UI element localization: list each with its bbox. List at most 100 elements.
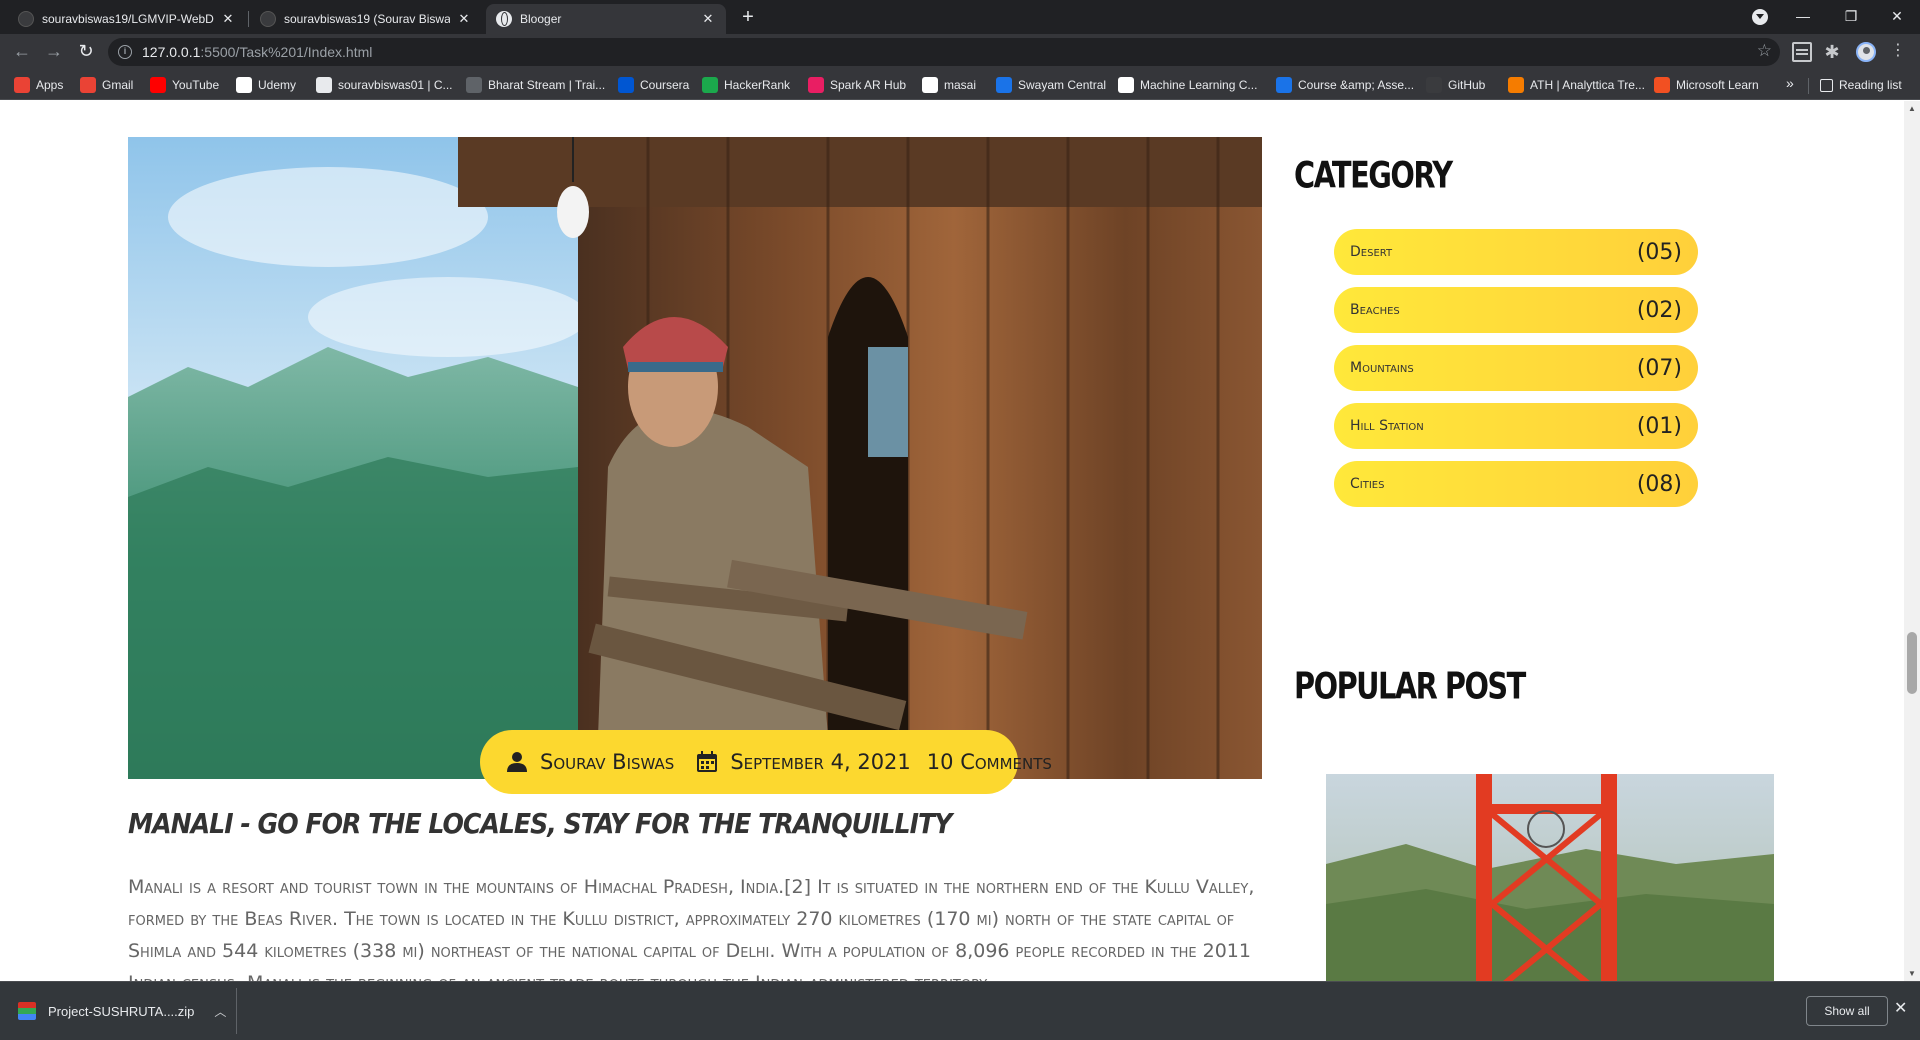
tab-title: souravbiswas19 (Sourav Biswas) bbox=[284, 12, 450, 26]
close-icon[interactable]: ✕ bbox=[220, 11, 236, 27]
bookmark-label: Udemy bbox=[258, 78, 297, 92]
category-count: (08) bbox=[1636, 471, 1682, 497]
reading-list-button[interactable]: Reading list bbox=[1820, 76, 1902, 94]
swayam-icon bbox=[996, 77, 1012, 93]
bookmark-item[interactable]: ATH | Analyttica Tre... bbox=[1508, 76, 1645, 94]
bookmark-item[interactable]: GitHub bbox=[1426, 76, 1485, 94]
kebab-menu-icon[interactable]: ⋮ bbox=[1888, 42, 1908, 62]
profile-avatar[interactable] bbox=[1856, 42, 1876, 62]
close-icon[interactable]: ✕ bbox=[456, 11, 472, 27]
bookmark-item[interactable]: HackerRank bbox=[702, 76, 790, 94]
back-arrow-icon[interactable]: ← bbox=[8, 38, 36, 66]
download-filename: Project-SUSHRUTA....zip bbox=[48, 1003, 195, 1019]
reload-icon[interactable]: ↻ bbox=[72, 38, 100, 66]
bookmark-item[interactable]: Udemy bbox=[236, 76, 296, 94]
tab-blooger[interactable]: Blooger ✕ bbox=[486, 4, 726, 34]
reading-mode-icon[interactable] bbox=[1792, 42, 1812, 62]
bookmark-item[interactable]: Course &amp; Asse... bbox=[1276, 76, 1414, 94]
tab-title: souravbiswas19/LGMVIP-WebDe bbox=[42, 12, 214, 26]
bookmarks-divider bbox=[1808, 78, 1809, 94]
category-item-hill-station[interactable]: Hill Station (01) bbox=[1334, 403, 1698, 449]
bookmark-label: Bharat Stream | Trai... bbox=[488, 78, 606, 92]
bookmark-star-icon[interactable]: ☆ bbox=[1757, 41, 1772, 61]
download-item[interactable]: Project-SUSHRUTA....zip ︿ bbox=[18, 1000, 226, 1022]
download-shelf: Project-SUSHRUTA....zip ︿ Show all ✕ bbox=[0, 981, 1920, 1040]
bookmark-item[interactable]: Apps bbox=[14, 76, 63, 94]
post-comments-link[interactable]: 10 Comments bbox=[927, 750, 1052, 774]
close-icon[interactable]: ✕ bbox=[1894, 998, 1907, 1018]
tab-profile[interactable]: souravbiswas19 (Sourav Biswas) ✕ bbox=[250, 4, 482, 34]
scroll-down-arrow-icon[interactable]: ▼ bbox=[1908, 969, 1916, 978]
tab-search-icon[interactable] bbox=[1752, 9, 1768, 25]
bookmark-label: HackerRank bbox=[724, 78, 791, 92]
bookmark-item[interactable]: Swayam Central bbox=[996, 76, 1106, 94]
reading-list-icon bbox=[1820, 78, 1833, 92]
bookmark-label: ATH | Analyttica Tre... bbox=[1530, 78, 1645, 92]
chevron-up-icon[interactable]: ︿ bbox=[214, 1003, 226, 1020]
bookmark-label: Gmail bbox=[102, 78, 134, 92]
bookmark-item[interactable]: masai bbox=[922, 76, 976, 94]
url-text[interactable]: 127.0.0.1:5500/Task%201/Index.html bbox=[142, 44, 372, 60]
scrollbar-thumb[interactable] bbox=[1907, 632, 1917, 694]
popular-post-image[interactable] bbox=[1326, 774, 1774, 981]
category-count: (02) bbox=[1636, 297, 1682, 323]
forward-arrow-icon[interactable]: → bbox=[40, 38, 68, 66]
bookmark-item[interactable]: Bharat Stream | Trai... bbox=[466, 76, 605, 94]
github-icon bbox=[260, 11, 276, 27]
browser-toolbar: ← → ↻ i 127.0.0.1:5500/Task%201/Index.ht… bbox=[0, 34, 1920, 70]
github-icon bbox=[1426, 77, 1442, 93]
popular-post-heading: Popular Post bbox=[1294, 664, 1526, 708]
address-bar[interactable]: i 127.0.0.1:5500/Task%201/Index.html ☆ bbox=[108, 38, 1780, 66]
hackerrank-icon bbox=[702, 77, 718, 93]
bookmark-item[interactable]: YouTube bbox=[150, 76, 219, 94]
course-icon bbox=[1276, 77, 1292, 93]
post-author[interactable]: Sourav Biswas bbox=[540, 750, 674, 774]
codechef-icon bbox=[316, 77, 332, 93]
category-name: Beaches bbox=[1350, 302, 1400, 318]
show-all-button[interactable]: Show all bbox=[1806, 996, 1888, 1026]
download-divider bbox=[236, 988, 237, 1034]
category-item-beaches[interactable]: Beaches (02) bbox=[1334, 287, 1698, 333]
bookmark-label: Microsoft Learn bbox=[1676, 78, 1759, 92]
window-close-button[interactable]: ✕ bbox=[1874, 0, 1920, 34]
bharat-stream-icon bbox=[466, 77, 482, 93]
user-icon bbox=[507, 752, 527, 772]
minimize-button[interactable]: — bbox=[1780, 0, 1826, 34]
bookmark-item[interactable]: Machine Learning C... bbox=[1118, 76, 1257, 94]
extensions-puzzle-icon[interactable]: ✱ bbox=[1822, 42, 1842, 62]
bookmark-item[interactable]: Coursera bbox=[618, 76, 689, 94]
post-excerpt: Manali is a resort and tourist town in t… bbox=[128, 876, 1255, 981]
category-item-mountains[interactable]: Mountains (07) bbox=[1334, 345, 1698, 391]
post-date: September 4, 2021 bbox=[730, 750, 911, 774]
new-tab-button[interactable]: + bbox=[736, 6, 760, 30]
close-icon[interactable]: ✕ bbox=[700, 11, 716, 27]
bookmark-item[interactable]: souravbiswas01 | C... bbox=[316, 76, 453, 94]
bookmark-label: masai bbox=[944, 78, 977, 92]
category-heading: Category bbox=[1294, 153, 1453, 197]
udemy-icon bbox=[236, 77, 252, 93]
zip-file-icon bbox=[18, 1002, 36, 1020]
spark-ar-icon bbox=[808, 77, 824, 93]
category-list: Desert (05) Beaches (02) Mountains (07) … bbox=[1334, 229, 1698, 519]
gmail-icon bbox=[80, 77, 96, 93]
page-scrollbar[interactable]: ▲ ▼ bbox=[1904, 101, 1920, 981]
bookmarks-overflow-button[interactable]: » bbox=[1786, 75, 1794, 91]
bookmark-item[interactable]: Spark AR Hub bbox=[808, 76, 906, 94]
bookmark-label: Apps bbox=[36, 78, 64, 92]
tab-lgmvip[interactable]: souravbiswas19/LGMVIP-WebDe ✕ bbox=[8, 4, 246, 34]
category-item-desert[interactable]: Desert (05) bbox=[1334, 229, 1698, 275]
restore-button[interactable]: ❐ bbox=[1828, 0, 1874, 34]
hero-image bbox=[128, 137, 1262, 779]
bookmark-label: YouTube bbox=[172, 78, 220, 92]
tab-strip: souravbiswas19/LGMVIP-WebDe ✕ souravbisw… bbox=[0, 0, 1920, 34]
category-item-cities[interactable]: Cities (08) bbox=[1334, 461, 1698, 507]
info-icon[interactable]: i bbox=[118, 45, 132, 59]
masai-icon bbox=[922, 77, 938, 93]
bookmark-item[interactable]: Microsoft Learn bbox=[1654, 76, 1759, 94]
scroll-up-arrow-icon[interactable]: ▲ bbox=[1908, 104, 1916, 113]
post-title[interactable]: Manali - Go for the locales, stay for th… bbox=[128, 807, 952, 840]
reading-list-label: Reading list bbox=[1839, 78, 1902, 92]
category-name: Desert bbox=[1350, 244, 1393, 260]
bookmark-item[interactable]: Gmail bbox=[80, 76, 133, 94]
bookmark-label: Machine Learning C... bbox=[1140, 78, 1258, 92]
